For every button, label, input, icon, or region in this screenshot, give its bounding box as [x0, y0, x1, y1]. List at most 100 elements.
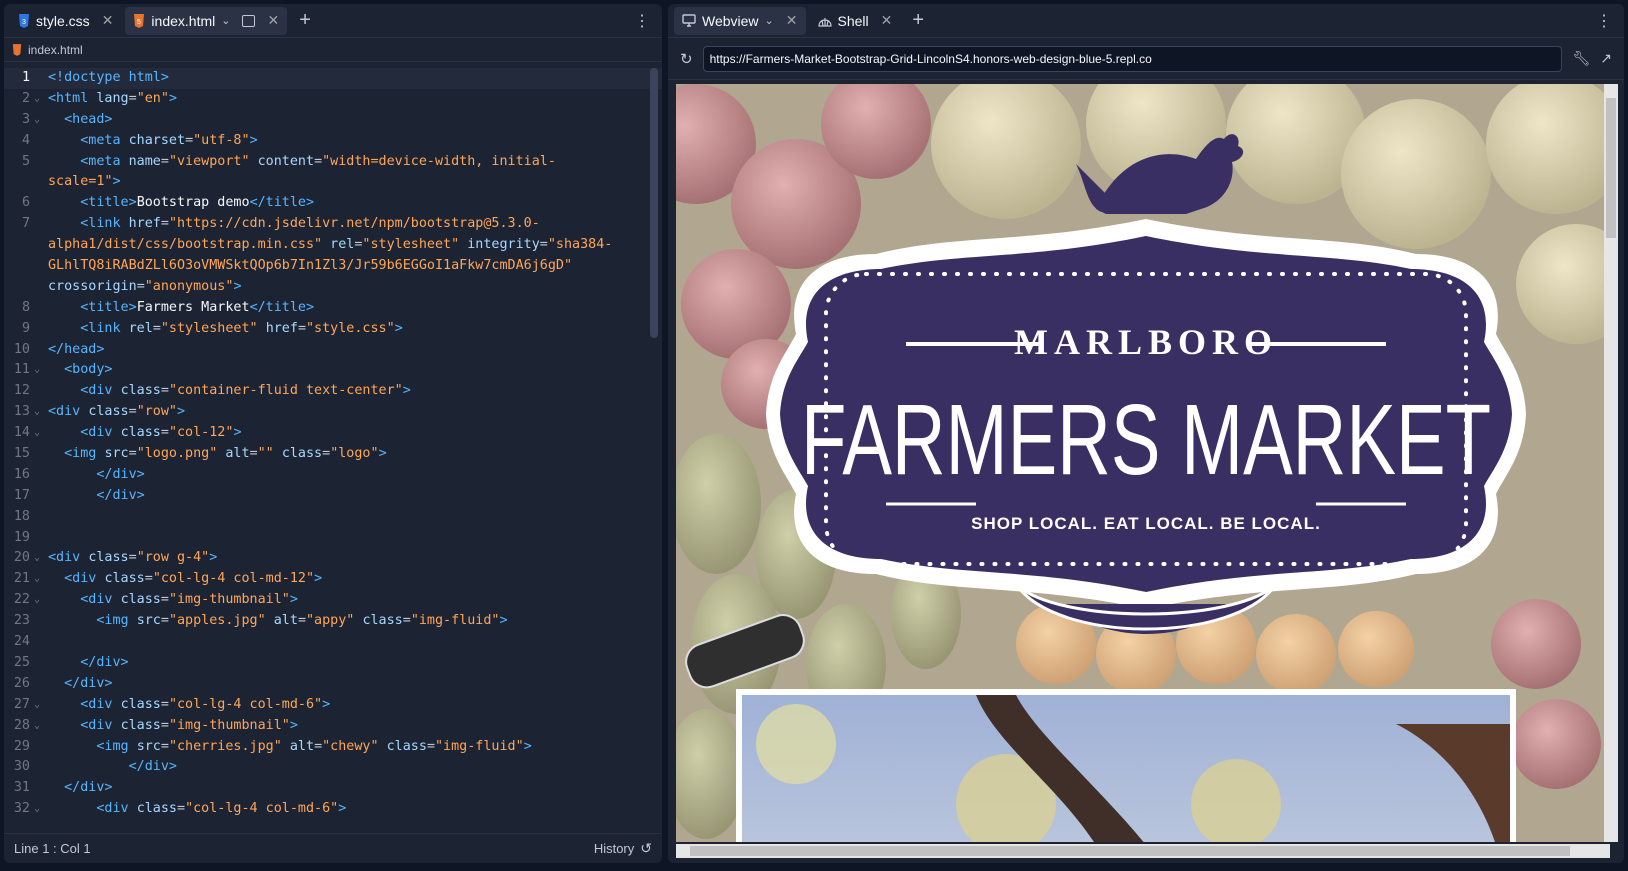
webview-content[interactable]: MARLBORO FARMERS MARKET SHOP LOCAL. EAT …	[676, 84, 1610, 842]
add-tab-icon[interactable]: +	[291, 9, 319, 32]
code-line[interactable]: 4 <meta charset="utf-8">	[4, 131, 662, 152]
code-line[interactable]: 22 ⌄ <div class="img-thumbnail">	[4, 590, 662, 611]
breadcrumb-file[interactable]: index.html	[28, 43, 83, 57]
scroll-thumb[interactable]	[690, 846, 1570, 856]
code-text: <link href="https://cdn.jsdelivr.net/npm…	[80, 216, 540, 232]
code-text: <div class="img-thumbnail">	[80, 717, 298, 733]
code-line[interactable]: 16 </div>	[4, 465, 662, 486]
code-line[interactable]: 25 </div>	[4, 653, 662, 674]
code-line[interactable]: 26 </div>	[4, 674, 662, 695]
code-line[interactable]: 10 </head>	[4, 340, 662, 361]
line-number: 20	[13, 550, 30, 566]
code-line[interactable]: 27 ⌄ <div class="col-lg-4 col-md-6">	[4, 695, 662, 716]
code-line[interactable]: 23 <img src="apples.jpg" alt="appy" clas…	[4, 611, 662, 632]
code-line[interactable]: 13 ⌄ <div class="row">	[4, 402, 662, 423]
history-icon: ↺	[640, 840, 652, 856]
more-options-icon[interactable]: ⋮	[1590, 11, 1618, 31]
fold-chevron-icon[interactable]: ⌄	[34, 548, 40, 569]
line-number: 7	[21, 216, 30, 232]
code-line[interactable]: 15 <img src="logo.png" alt="" class="log…	[4, 444, 662, 465]
url-input[interactable]: https://Farmers-Market-Bootstrap-Grid-Li…	[702, 45, 1563, 72]
code-line[interactable]: crossorigin="anonymous">	[4, 277, 662, 298]
close-icon[interactable]: ✕	[267, 12, 279, 29]
fold-chevron-icon[interactable]: ⌄	[34, 402, 40, 423]
logo-tagline-text: SHOP LOCAL. EAT LOCAL. BE LOCAL.	[971, 514, 1321, 533]
code-line[interactable]: 7 <link href="https://cdn.jsdelivr.net/n…	[4, 214, 662, 235]
code-line[interactable]: 29 <img src="cherries.jpg" alt="chewy" c…	[4, 737, 662, 758]
webview-vertical-scrollbar[interactable]	[1604, 84, 1618, 842]
code-line[interactable]: 24	[4, 632, 662, 653]
line-number: 16	[13, 466, 30, 482]
tab-shell[interactable]: Shell ✕	[810, 7, 901, 35]
line-number: 13	[13, 404, 30, 420]
chevron-down-icon[interactable]: ⌄	[765, 14, 774, 27]
code-line[interactable]: 18	[4, 507, 662, 528]
code-line[interactable]: alpha1/dist/css/bootstrap.min.css" rel="…	[4, 235, 662, 256]
code-line[interactable]: 6 <title>Bootstrap demo</title>	[4, 193, 662, 214]
code-text: <img src="logo.png" alt="" class="logo">	[64, 446, 387, 462]
code-text: <img src="cherries.jpg" alt="chewy" clas…	[96, 738, 532, 754]
code-line[interactable]: 14 ⌄ <div class="col-12">	[4, 423, 662, 444]
close-icon[interactable]: ✕	[786, 12, 798, 29]
history-button[interactable]: History ↺	[594, 840, 652, 857]
preview-icon[interactable]	[242, 14, 256, 27]
reload-icon[interactable]: ↻	[680, 50, 693, 68]
code-text: <div class="col-lg-4 col-md-6">	[96, 801, 347, 817]
webview-horizontal-scrollbar[interactable]	[676, 844, 1610, 858]
fold-chevron-icon[interactable]: ⌄	[34, 799, 40, 820]
code-text: </div>	[80, 654, 129, 670]
fold-chevron-icon[interactable]: ⌄	[34, 110, 40, 131]
code-line[interactable]: 12 <div class="container-fluid text-cent…	[4, 381, 662, 402]
code-line[interactable]: 20 ⌄ <div class="row g-4">	[4, 548, 662, 569]
code-line[interactable]: 8 <title>Farmers Market</title>	[4, 298, 662, 319]
tab-webview[interactable]: Webview ⌄ ✕	[674, 6, 806, 35]
close-icon[interactable]: ✕	[881, 12, 893, 29]
fold-chevron-icon[interactable]: ⌄	[34, 89, 40, 110]
html-file-icon	[12, 43, 22, 56]
fold-chevron-icon[interactable]: ⌄	[34, 360, 40, 381]
code-editor[interactable]: 1 <!doctype html> 2 ⌄ <html lang="en"> 3 ⌄ <he…	[4, 68, 662, 832]
more-options-icon[interactable]: ⋮	[628, 11, 656, 31]
editor-scrollbar[interactable]	[650, 68, 658, 338]
code-text: crossorigin="anonymous">	[48, 278, 242, 294]
code-text: <div class="img-thumbnail">	[80, 592, 298, 608]
tab-style-css[interactable]: 3 style.css ✕	[10, 7, 121, 35]
code-line[interactable]: 5 <meta name="viewport" content="width=d…	[4, 152, 662, 173]
open-new-tab-icon[interactable]: ↗	[1600, 50, 1612, 67]
line-number: 14	[13, 425, 30, 441]
code-line[interactable]: 32 ⌄ <div class="col-lg-4 col-md-6">	[4, 799, 662, 820]
chevron-down-icon[interactable]: ⌄	[221, 14, 230, 27]
fold-chevron-icon[interactable]: ⌄	[34, 569, 40, 590]
code-line[interactable]: 9 <link rel="stylesheet" href="style.css…	[4, 319, 662, 340]
code-text: <div class="container-fluid text-center"…	[80, 383, 411, 399]
code-line[interactable]: 21 ⌄ <div class="col-lg-4 col-md-12">	[4, 569, 662, 590]
fold-chevron-icon[interactable]: ⌄	[34, 716, 40, 737]
code-line[interactable]: 1 <!doctype html>	[4, 68, 662, 89]
code-line[interactable]: 28 ⌄ <div class="img-thumbnail">	[4, 716, 662, 737]
code-text: <html lang="en">	[48, 90, 177, 106]
code-line[interactable]: 31 </div>	[4, 778, 662, 799]
code-line[interactable]: 11 ⌄ <body>	[4, 360, 662, 381]
code-line[interactable]: 2 ⌄ <html lang="en">	[4, 89, 662, 110]
code-line[interactable]: 17 </div>	[4, 486, 662, 507]
code-line[interactable]: scale=1">	[4, 172, 662, 193]
line-number: 19	[13, 529, 30, 545]
code-line[interactable]: 19	[4, 528, 662, 549]
fold-chevron-icon[interactable]: ⌄	[34, 590, 40, 611]
shell-icon	[817, 17, 832, 27]
code-text: <body>	[64, 362, 113, 378]
fold-chevron-icon[interactable]: ⌄	[34, 423, 40, 444]
preview-tabbar: Webview ⌄ ✕ Shell ✕ + ⋮	[668, 4, 1624, 38]
devtools-wrench-icon[interactable]: 🔧︎	[1572, 50, 1590, 67]
line-number: 25	[13, 654, 30, 670]
scroll-thumb[interactable]	[1606, 98, 1616, 238]
code-line[interactable]: 3 ⌄ <head>	[4, 110, 662, 131]
editor-tabbar: 3 style.css ✕ 5 index.html ⌄ ✕ + ⋮	[4, 4, 662, 38]
tab-index-html[interactable]: 5 index.html ⌄ ✕	[125, 6, 288, 35]
close-icon[interactable]: ✕	[102, 12, 114, 29]
add-tab-icon[interactable]: +	[904, 9, 932, 32]
line-number: 24	[13, 634, 30, 650]
fold-chevron-icon[interactable]: ⌄	[34, 695, 40, 716]
code-line[interactable]: GLhlTQ8iRABdZLl6O3oVMWSktQOp6b7In1Zl3/Jr…	[4, 256, 662, 277]
code-line[interactable]: 30 </div>	[4, 757, 662, 778]
